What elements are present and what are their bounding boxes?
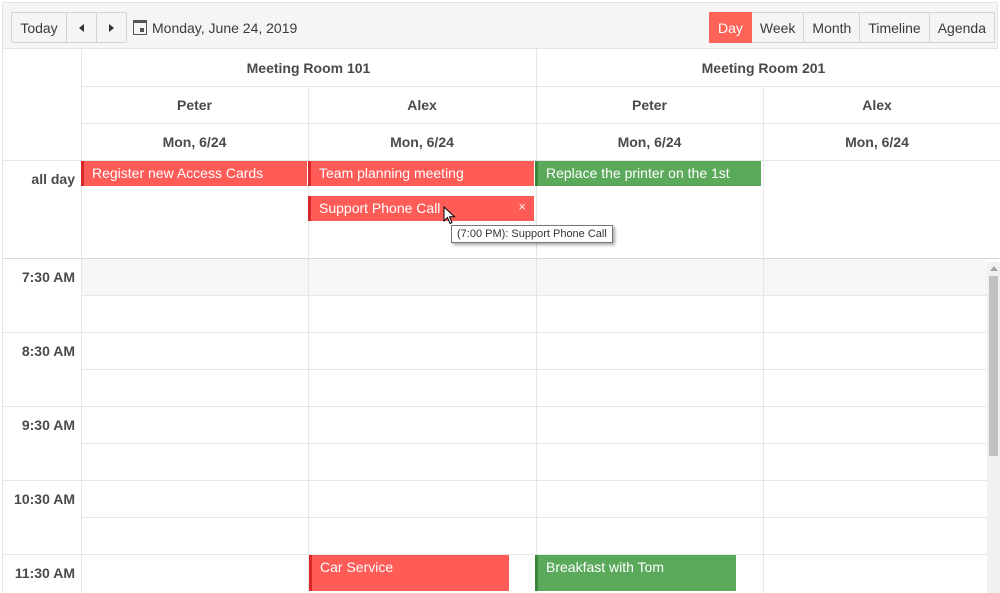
divider xyxy=(81,443,987,444)
room-header: Meeting Room 201 xyxy=(701,60,826,76)
date-header: Mon, 6/24 xyxy=(617,134,682,150)
event-title: Car Service xyxy=(320,559,394,575)
arrow-right-icon xyxy=(109,23,114,32)
vertical-scrollbar[interactable] xyxy=(987,262,1000,593)
event-support-phone-call[interactable]: Support Phone Call × xyxy=(308,196,534,221)
event-title: Team planning meeting xyxy=(319,165,464,181)
current-date: Monday, June 24, 2019 xyxy=(152,19,298,36)
date-picker[interactable]: Monday, June 24, 2019 xyxy=(133,12,297,43)
all-day-label: all day xyxy=(31,171,75,187)
view-day-button[interactable]: Day xyxy=(708,12,752,43)
view-switcher: Day Week Month Timeline Agenda xyxy=(708,12,995,43)
event-breakfast-with-tom[interactable]: Breakfast with Tom xyxy=(535,555,736,591)
scheduler: Today Monday, June 24, 2019 Day Week Mon… xyxy=(0,0,1000,593)
event-title: Replace the printer on the 1st xyxy=(546,165,730,181)
mouse-pointer-icon xyxy=(443,206,456,225)
arrow-left-icon xyxy=(79,23,84,32)
room-header: Meeting Room 101 xyxy=(246,60,371,76)
divider xyxy=(81,123,999,124)
time-label: 8:30 AM xyxy=(21,343,75,359)
divider xyxy=(81,517,987,518)
time-label: 9:30 AM xyxy=(21,417,75,433)
event-title: Register new Access Cards xyxy=(92,165,264,181)
next-button[interactable] xyxy=(96,12,127,43)
person-header: Alex xyxy=(862,97,892,113)
scroll-thumb[interactable] xyxy=(989,276,998,456)
view-month-button[interactable]: Month xyxy=(804,12,861,43)
view-week-button[interactable]: Week xyxy=(751,12,805,43)
current-slot-highlight xyxy=(81,259,987,295)
date-header: Mon, 6/24 xyxy=(845,134,909,150)
divider xyxy=(3,406,987,407)
time-label: 10:30 AM xyxy=(14,491,75,507)
view-timeline-button[interactable]: Timeline xyxy=(860,12,930,43)
event-register-access-cards[interactable]: Register new Access Cards xyxy=(81,161,307,186)
view-agenda-button[interactable]: Agenda xyxy=(929,12,995,43)
divider xyxy=(536,49,537,593)
date-header: Mon, 6/24 xyxy=(162,134,227,150)
divider xyxy=(81,369,987,370)
event-team-planning[interactable]: Team planning meeting xyxy=(308,161,534,186)
divider xyxy=(3,480,987,481)
date-header: Mon, 6/24 xyxy=(390,134,454,150)
scheduler-toolbar: Today Monday, June 24, 2019 Day Week Mon… xyxy=(2,2,998,49)
time-label: 11:30 AM xyxy=(14,565,75,581)
event-title: Breakfast with Tom xyxy=(546,559,665,575)
person-header: Peter xyxy=(631,97,668,113)
event-title: Support Phone Call xyxy=(319,200,441,216)
event-replace-printer[interactable]: Replace the printer on the 1st xyxy=(535,161,761,186)
scheduler-grid: Meeting Room 101 Meeting Room 201 Peter … xyxy=(2,49,999,593)
event-tooltip: (7:00 PM): Support Phone Call xyxy=(451,225,613,243)
divider xyxy=(81,295,987,296)
time-label: 7:30 AM xyxy=(21,269,75,285)
person-header: Alex xyxy=(407,97,437,113)
divider xyxy=(763,86,764,593)
close-icon[interactable]: × xyxy=(518,199,526,214)
event-car-service[interactable]: Car Service xyxy=(309,555,509,591)
divider xyxy=(81,86,999,87)
divider xyxy=(81,49,82,593)
previous-button[interactable] xyxy=(66,12,97,43)
calendar-icon xyxy=(133,20,147,35)
person-header: Peter xyxy=(176,97,213,113)
today-button[interactable]: Today xyxy=(11,12,67,43)
divider xyxy=(3,332,987,333)
scroll-up-icon[interactable] xyxy=(990,266,998,271)
